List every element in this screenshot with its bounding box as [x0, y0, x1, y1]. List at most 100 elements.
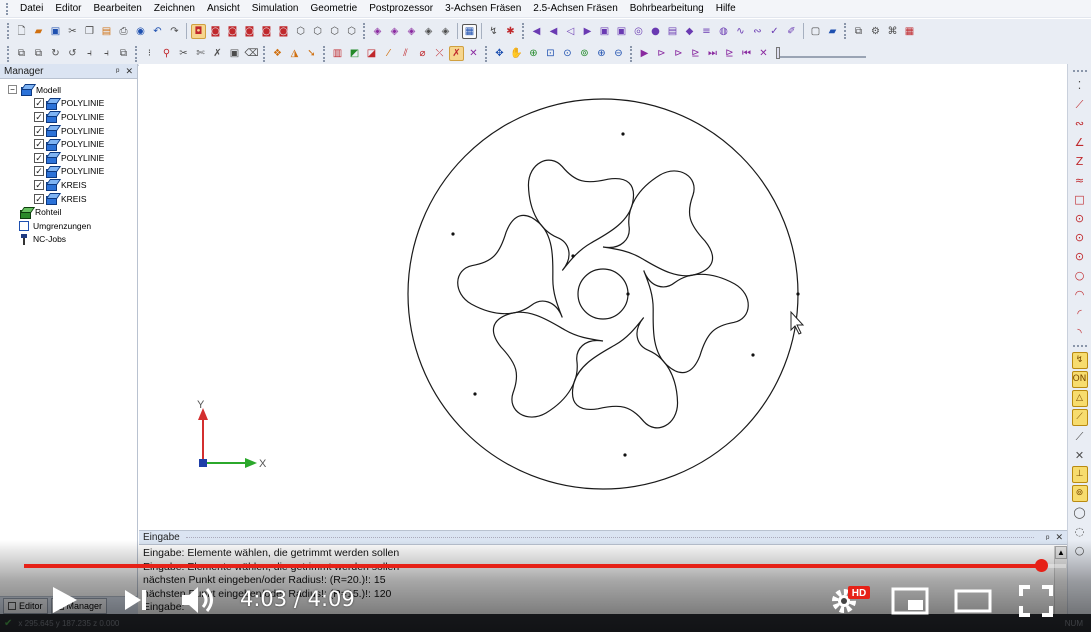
video-progress-bar[interactable] [24, 559, 1066, 572]
arc-1-icon[interactable]: ◠ [1072, 286, 1088, 303]
simulation-speed-slider[interactable] [776, 46, 866, 59]
copy-icon[interactable]: ❐ [82, 24, 97, 39]
tool-b-icon[interactable]: ◮ [287, 46, 302, 61]
view-cube-4-icon[interactable]: ⬡ [344, 24, 359, 39]
mill-8-icon[interactable]: ✗ [449, 46, 464, 61]
angle-icon[interactable]: ∠ [1072, 134, 1088, 151]
mill-7-icon[interactable]: ⤫ [432, 46, 447, 61]
close-icon[interactable]: ✕ [1055, 532, 1063, 543]
snap-tangent-icon[interactable]: ○ [1072, 542, 1088, 559]
view-cube-3-icon[interactable]: ⬡ [327, 24, 342, 39]
collapse-icon[interactable]: − [8, 85, 17, 95]
menu-3-achsen-fraesen[interactable]: 3-Achsen Fräsen [439, 3, 527, 14]
visibility-checkbox[interactable]: ✓ [34, 111, 44, 122]
shade-1-icon[interactable]: ◀ [529, 24, 544, 39]
skip-start-icon[interactable]: ⏮ [739, 46, 754, 61]
shade-9-icon[interactable]: ▤ [665, 24, 680, 39]
paste-icon[interactable]: ▤ [99, 24, 114, 39]
tree-item-kreis[interactable]: ✓ KREIS [8, 192, 137, 206]
toolbar-grip[interactable] [135, 45, 138, 62]
slider-thumb[interactable] [776, 46, 780, 59]
snap-center-icon[interactable]: ⊚ [1071, 485, 1088, 502]
snap-intersect-icon[interactable]: ✕ [1072, 447, 1088, 464]
snap-quad-icon[interactable]: ◌ [1072, 523, 1088, 540]
toolbar-grip[interactable] [323, 45, 326, 62]
tree-item-polylinie[interactable]: ✓ POLYLINIE [8, 165, 137, 179]
circle-2pt-icon[interactable]: ⊙ [1072, 229, 1088, 246]
visibility-checkbox[interactable]: ✓ [34, 179, 44, 190]
block-icon[interactable]: ▰ [825, 24, 840, 39]
arc-2-icon[interactable]: ◜ [1072, 305, 1088, 322]
tools-icon[interactable]: ⌘ [885, 24, 900, 39]
grid-icon[interactable]: ▦ [462, 23, 477, 39]
layer-3-icon[interactable]: ◈ [404, 24, 419, 39]
menu-geometrie[interactable]: Geometrie [305, 3, 364, 14]
help-icon[interactable]: ◉ [133, 24, 148, 39]
tree-node-nc-jobs[interactable]: NC-Jobs [8, 233, 137, 247]
tree-item-polylinie[interactable]: ✓ POLYLINIE [8, 97, 137, 111]
tool-bug-icon[interactable]: ✱ [503, 24, 518, 39]
step-icon[interactable]: ⊳ [654, 46, 669, 61]
toolbar-grip[interactable] [522, 23, 525, 39]
view-front-icon[interactable]: ◙ [208, 24, 223, 39]
snap-line-icon[interactable]: ⟋ [1071, 409, 1088, 426]
undo-icon[interactable]: ↶ [150, 24, 165, 39]
node-1-icon[interactable]: ⧉ [14, 46, 29, 61]
shade-11-icon[interactable]: ≡ [699, 24, 714, 39]
snap-on-icon[interactable]: ON [1071, 371, 1088, 388]
tree-item-polylinie[interactable]: ✓ POLYLINIE [8, 124, 137, 138]
layer-1-icon[interactable]: ◈ [370, 24, 385, 39]
node-3-icon[interactable]: ⧉ [116, 46, 131, 61]
node-2-icon[interactable]: ⧉ [31, 46, 46, 61]
scroll-up-icon[interactable]: ▲ [1055, 546, 1067, 559]
zoom-plus-icon[interactable]: ⊕ [594, 46, 609, 61]
mill-3-icon[interactable]: ◪ [364, 46, 379, 61]
menu-zeichnen[interactable]: Zeichnen [148, 3, 201, 14]
toolbar-grip[interactable] [1072, 345, 1087, 348]
shade-3-icon[interactable]: ◁ [563, 24, 578, 39]
toolbar-grip[interactable] [1072, 70, 1087, 73]
settings-icon[interactable]: ⚙ [868, 24, 883, 39]
shade-8-icon[interactable]: ● [648, 24, 663, 39]
mill-5-icon[interactable]: ⫽ [398, 46, 413, 61]
check-tool-icon[interactable]: ✓ [767, 24, 782, 39]
frame-icon[interactable]: ▣ [227, 46, 242, 61]
zoom-in-icon[interactable]: ⊕ [526, 46, 541, 61]
menu-datei[interactable]: Datei [14, 3, 49, 14]
outer-circle[interactable] [407, 98, 799, 490]
tree-item-polylinie[interactable]: ✓ POLYLINIE [8, 137, 137, 151]
shade-6-icon[interactable]: ▣ [614, 24, 629, 39]
pocket-contour[interactable] [619, 232, 765, 379]
visibility-checkbox[interactable]: ✓ [34, 166, 44, 177]
visibility-checkbox[interactable]: ✓ [34, 139, 44, 150]
mirror-2-icon[interactable]: ⫞ [99, 46, 114, 61]
menu-postprozessor[interactable]: Postprozessor [363, 3, 439, 14]
tree-node-rohteil[interactable]: Rohteil [8, 205, 137, 219]
toolbar-grip[interactable] [7, 45, 10, 62]
shade-10-icon[interactable]: ◆ [682, 24, 697, 39]
play-button-icon[interactable] [50, 584, 80, 616]
zoom-window-icon[interactable]: ⊡ [543, 46, 558, 61]
polyline-icon[interactable]: ∾ [1072, 115, 1088, 132]
toolbar-grip[interactable] [363, 23, 366, 39]
line-icon[interactable]: ⟋ [1072, 96, 1088, 113]
skip-end-icon[interactable]: ⏭ [705, 46, 720, 61]
visibility-checkbox[interactable]: ✓ [34, 152, 44, 163]
view-iso-icon[interactable]: ◘ [191, 23, 206, 39]
view-back-icon[interactable]: ◙ [225, 24, 240, 39]
pen-tool-icon[interactable]: ✐ [784, 24, 799, 39]
snap-point-icon[interactable]: ↯ [1071, 352, 1088, 369]
scissors-1-icon[interactable]: ✂ [176, 46, 191, 61]
step-fwd-icon[interactable]: ⊳ [671, 46, 686, 61]
tab-editor[interactable]: Editor [3, 597, 48, 614]
circle-3pt-icon[interactable]: ⊙ [1072, 248, 1088, 265]
zoom-fit-icon[interactable]: ⊙ [560, 46, 575, 61]
mill-2-icon[interactable]: ◩ [347, 46, 362, 61]
visibility-checkbox[interactable]: ✓ [34, 193, 44, 204]
mirror-1-icon[interactable]: ⫞ [82, 46, 97, 61]
calculator-icon[interactable]: ▦ [902, 24, 917, 39]
wave-icon[interactable]: ∿ [733, 24, 748, 39]
zoom-hand-icon[interactable]: ✋ [509, 46, 524, 61]
hub-circle[interactable] [577, 268, 629, 320]
menu-hilfe[interactable]: Hilfe [710, 3, 742, 14]
